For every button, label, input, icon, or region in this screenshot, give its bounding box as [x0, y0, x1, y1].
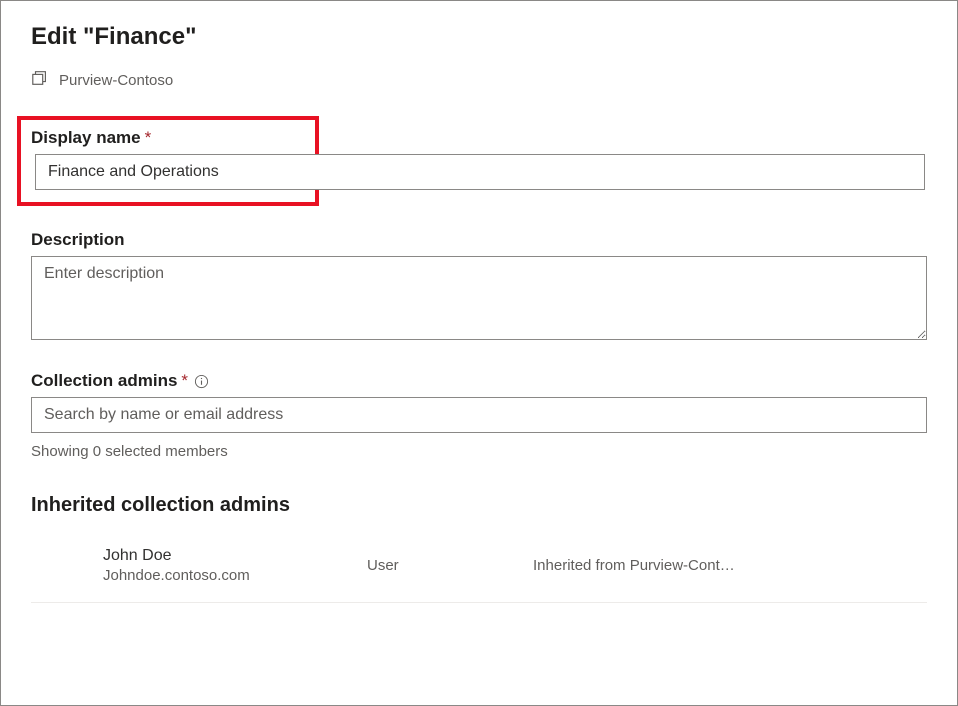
- admin-type: User: [367, 557, 533, 574]
- collection-admins-label: Collection admins *: [31, 371, 927, 391]
- required-asterisk: *: [181, 371, 188, 391]
- admin-inherited-from: Inherited from Purview-Cont…: [533, 557, 735, 574]
- display-name-input[interactable]: [35, 154, 925, 190]
- breadcrumb-root: Purview-Contoso: [59, 72, 173, 89]
- display-name-highlight: Display name *: [17, 116, 319, 206]
- admin-email: Johndoe.contoso.com: [103, 567, 367, 584]
- description-input[interactable]: [31, 256, 927, 340]
- collection-admins-search-input[interactable]: [31, 397, 927, 433]
- description-field: Description: [31, 230, 927, 345]
- table-row: John Doe Johndoe.contoso.com User Inheri…: [31, 535, 927, 603]
- collection-admins-field: Collection admins * Showing 0 selected m…: [31, 371, 927, 460]
- page-title: Edit "Finance": [31, 23, 927, 51]
- breadcrumb: Purview-Contoso: [31, 69, 927, 92]
- collection-icon: [31, 69, 49, 92]
- description-label: Description: [31, 230, 927, 250]
- display-name-label: Display name *: [31, 128, 305, 148]
- info-icon[interactable]: [194, 374, 209, 389]
- admin-name: John Doe: [103, 547, 367, 565]
- selected-members-count: Showing 0 selected members: [31, 443, 927, 460]
- required-asterisk: *: [145, 128, 152, 148]
- inherited-admins-title: Inherited collection admins: [31, 494, 927, 517]
